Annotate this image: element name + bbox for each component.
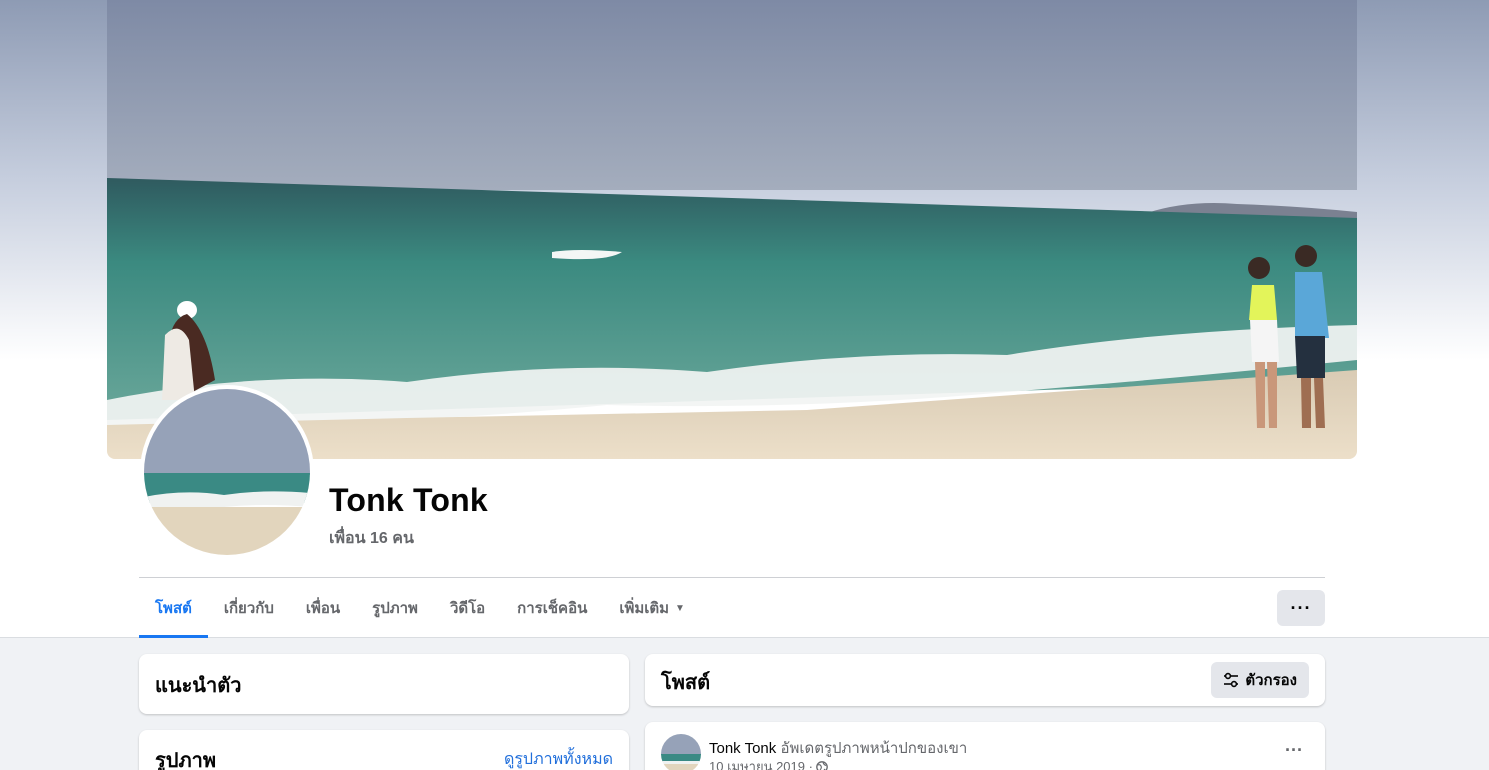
post-avatar-image <box>661 734 701 770</box>
profile-avatar[interactable] <box>140 385 314 559</box>
post-card: Tonk Tonk อัพเดตรูปภาพหน้าปกของเขา 10 เม… <box>645 722 1325 770</box>
tab-friends-label: เพื่อน <box>305 600 341 617</box>
post-author-name[interactable]: Tonk Tonk <box>709 740 776 757</box>
tab-photos[interactable]: รูปภาพ <box>356 578 434 638</box>
filter-button[interactable]: ตัวกรอง <box>1211 662 1309 698</box>
caret-down-icon: ▼ <box>675 602 685 614</box>
more-options-button[interactable]: ··· <box>1277 590 1325 626</box>
cover-photo-image <box>107 0 1357 459</box>
see-all-photos-link[interactable]: ดูรูปภาพทั้งหมด <box>504 747 613 770</box>
tab-videos[interactable]: วิดีโอ <box>434 578 501 638</box>
avatar-image <box>144 389 310 555</box>
tab-friends[interactable]: เพื่อน <box>290 578 356 638</box>
tab-about-label: เกี่ยวกับ <box>223 600 274 617</box>
more-dots-icon: ··· <box>1285 740 1303 760</box>
tab-checkins[interactable]: การเช็คอิน <box>501 578 603 638</box>
cover-photo[interactable] <box>107 0 1357 459</box>
photos-title: รูปภาพ <box>155 750 217 770</box>
photos-card: รูปภาพ ดูรูปภาพทั้งหมด <box>139 730 629 770</box>
posts-title: โพสต์ <box>661 672 711 694</box>
filter-sliders-icon <box>1224 672 1239 688</box>
intro-title: แนะนำตัว <box>155 675 242 697</box>
globe-icon <box>816 760 828 770</box>
post-options-button[interactable]: ··· <box>1285 740 1303 761</box>
more-dots-icon: ··· <box>1290 597 1312 618</box>
post-action-text: อัพเดตรูปภาพหน้าปกของเขา <box>780 740 968 757</box>
post-date[interactable]: 10 เมษายน 2019 · <box>709 756 813 770</box>
posts-header-card: โพสต์ ตัวกรอง <box>645 654 1325 706</box>
profile-name: Tonk Tonk <box>329 482 488 518</box>
tab-posts-label: โพสต์ <box>155 600 192 617</box>
tab-photos-label: รูปภาพ <box>372 600 418 617</box>
friends-count[interactable]: เพื่อน 16 คน <box>329 526 414 551</box>
post-author-avatar[interactable] <box>661 734 701 770</box>
tab-videos-label: วิดีโอ <box>449 600 486 617</box>
tab-more-label: เพิ่มเติม <box>619 600 670 617</box>
tab-checkins-label: การเช็คอิน <box>517 600 588 617</box>
tab-about[interactable]: เกี่ยวกับ <box>208 578 290 638</box>
filter-label: ตัวกรอง <box>1245 672 1297 689</box>
tab-posts[interactable]: โพสต์ <box>139 578 208 638</box>
post-meta: 10 เมษายน 2019 · <box>709 756 828 770</box>
profile-tabs: โพสต์ เกี่ยวกับ เพื่อน รูปภาพ วิดีโอ การ… <box>139 578 701 638</box>
tab-more[interactable]: เพิ่มเติม ▼ <box>603 578 701 638</box>
intro-card: แนะนำตัว <box>139 654 629 714</box>
